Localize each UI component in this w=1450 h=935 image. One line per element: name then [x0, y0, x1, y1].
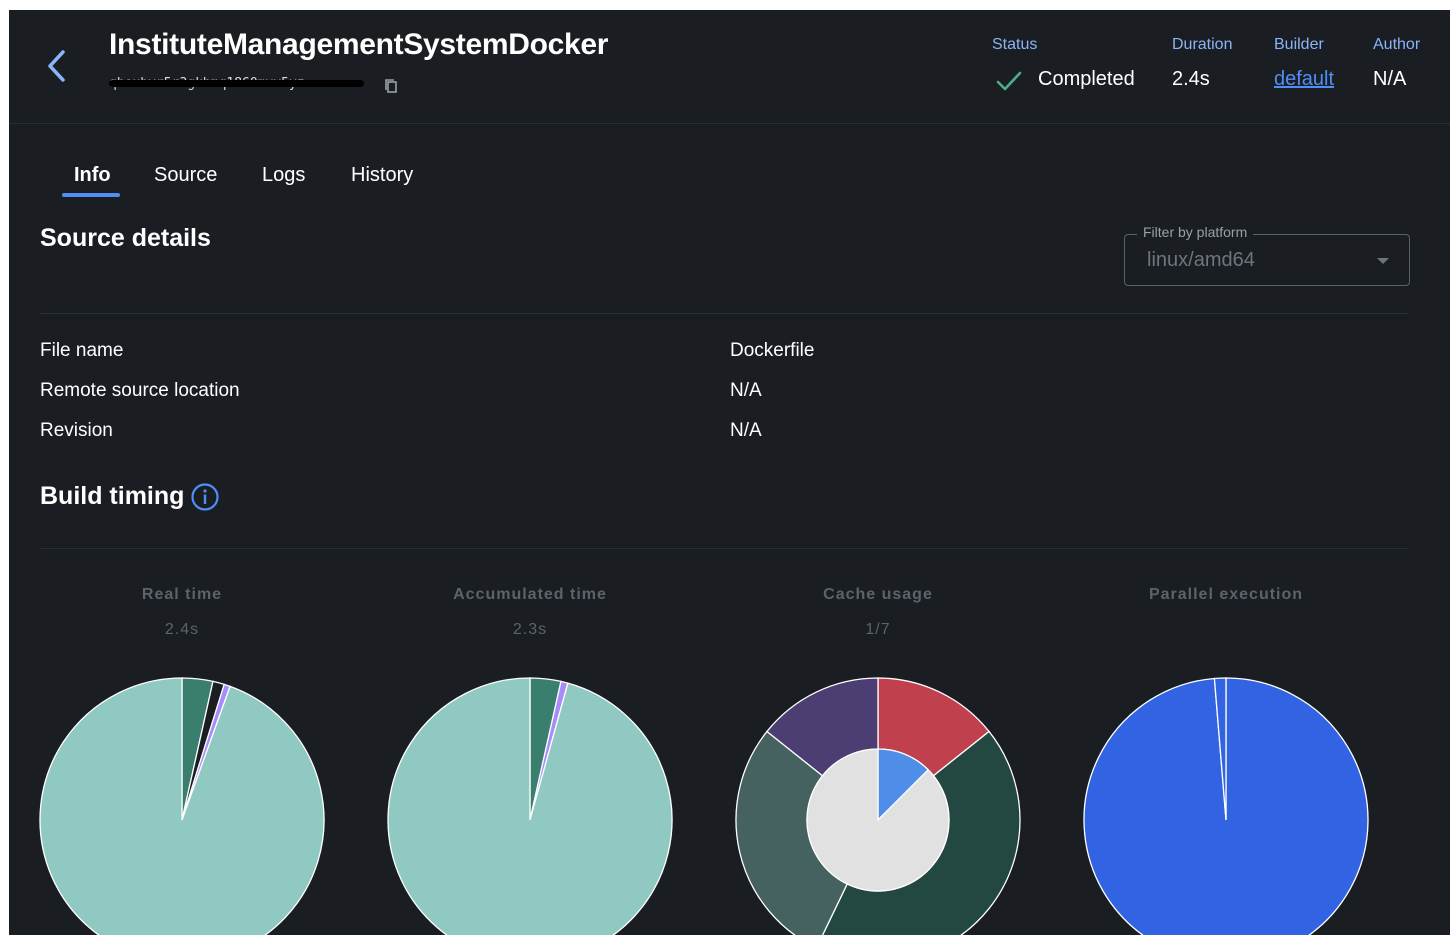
section-divider — [40, 313, 1409, 314]
chart-title-accumulated-time: Accumulated time — [453, 586, 607, 603]
chart-title-real-time: Real time — [141, 586, 223, 603]
chart-title-parallel-execution: Parallel execution — [1148, 586, 1304, 603]
platform-filter-select[interactable]: Filter by platform linux/amd64 — [1124, 224, 1410, 286]
check-icon — [996, 71, 1022, 91]
chart-value-real-time: 2.4s — [164, 621, 200, 638]
active-tab-indicator — [62, 193, 120, 197]
status-label: Status — [992, 36, 1038, 53]
accumulated-time-pie-chart — [387, 677, 673, 935]
tab-history[interactable]: History — [351, 164, 413, 187]
chevron-left-icon[interactable] — [43, 48, 71, 84]
parallel-execution-pie-chart — [1083, 677, 1369, 935]
detail-label: File name — [40, 340, 124, 361]
copy-icon[interactable] — [384, 78, 398, 94]
platform-filter-label: Filter by platform — [1137, 224, 1254, 240]
digest-redaction — [109, 80, 364, 87]
section-divider — [40, 548, 1409, 549]
build-timing-heading: Build timing — [40, 482, 185, 510]
build-title: InstituteManagementSystemDocker — [109, 28, 609, 61]
caret-down-icon — [1377, 258, 1389, 264]
platform-filter-value: linux/amd64 — [1147, 249, 1255, 271]
duration-label: Duration — [1172, 36, 1233, 53]
detail-value: N/A — [730, 420, 762, 441]
detail-label: Remote source location — [40, 380, 240, 401]
source-details-heading: Source details — [40, 224, 211, 252]
detail-label: Revision — [40, 420, 113, 441]
author-label: Author — [1373, 36, 1421, 53]
builder-label: Builder — [1274, 36, 1324, 53]
detail-value: Dockerfile — [730, 340, 815, 361]
tab-source[interactable]: Source — [154, 164, 217, 187]
chart-value-cache-usage: 1/7 — [865, 621, 891, 638]
cache-usage-donut-chart — [735, 677, 1021, 935]
real-time-slice-3 — [39, 677, 325, 935]
build-header: InstituteManagementSystemDocker qheubvr5… — [9, 10, 1450, 124]
build-details-window: InstituteManagementSystemDocker qheubvr5… — [9, 10, 1450, 935]
status-value: Completed — [1038, 68, 1135, 90]
builder-link[interactable]: default — [1274, 68, 1334, 91]
tab-logs[interactable]: Logs — [262, 164, 305, 187]
cache-usage-inner-slice-1 — [806, 748, 950, 892]
accumulated-time-slice-2 — [387, 677, 673, 935]
chart-title-cache-usage: Cache usage — [823, 586, 933, 603]
author-value: N/A — [1373, 68, 1407, 90]
real-time-pie-chart — [39, 677, 325, 935]
chart-value-accumulated-time: 2.3s — [512, 621, 548, 638]
tab-info[interactable]: Info — [74, 164, 111, 187]
detail-value: N/A — [730, 380, 762, 401]
info-icon[interactable] — [190, 482, 220, 512]
build-digest: qheubvr5r3gkhmq1860mvv5yz — [109, 74, 364, 90]
duration-value: 2.4s — [1172, 68, 1210, 90]
